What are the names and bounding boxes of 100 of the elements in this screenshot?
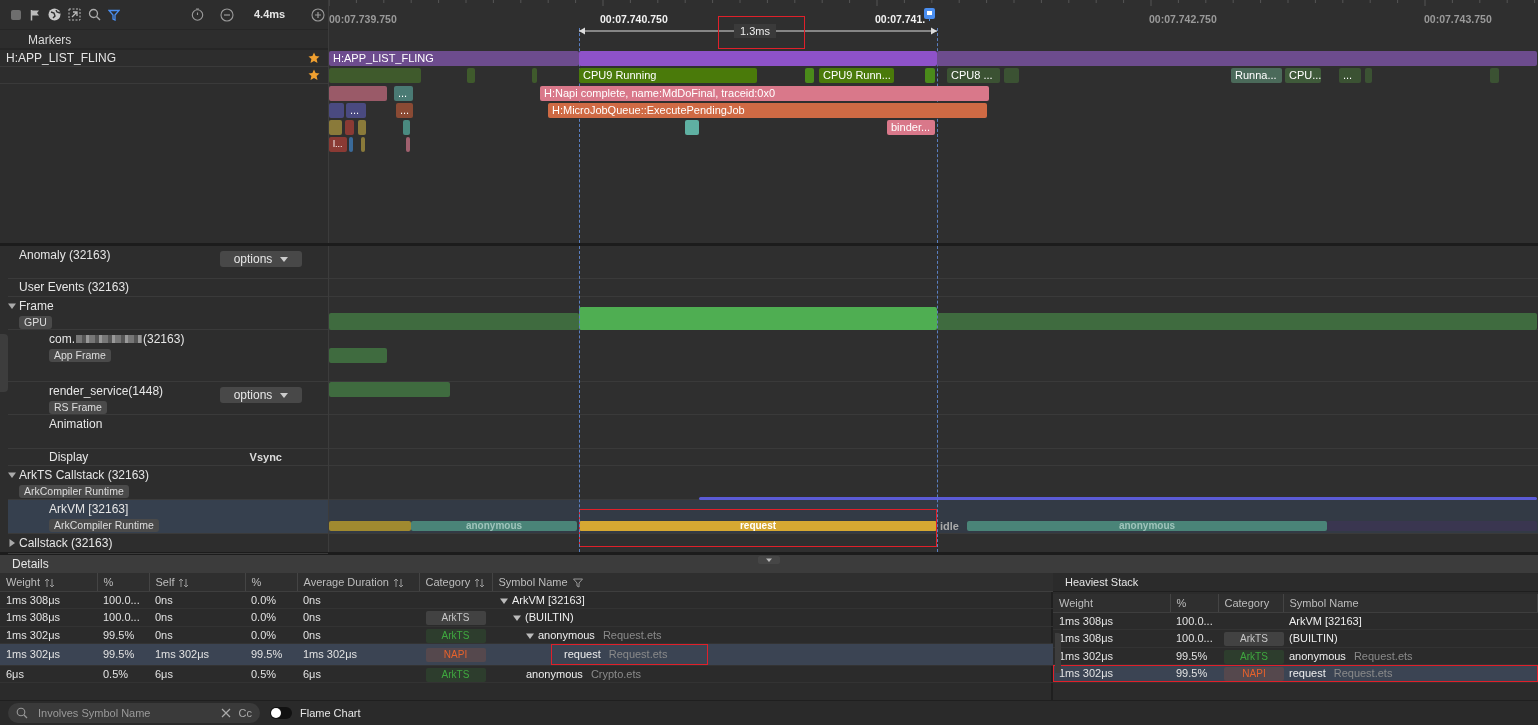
- collapse-icon[interactable]: [758, 556, 780, 564]
- column-header[interactable]: Symbol Name: [1289, 596, 1359, 609]
- table-row[interactable]: 1ms 302μs 99.5% ArkTS anonymous Request.ets: [1053, 647, 1538, 665]
- search-icon[interactable]: [88, 8, 101, 21]
- sort-icon[interactable]: [392, 577, 404, 588]
- column-header[interactable]: %: [1176, 596, 1187, 609]
- star-icon[interactable]: [308, 52, 320, 64]
- trace-slice[interactable]: CPU...: [1285, 68, 1321, 83]
- trace-slice[interactable]: [361, 137, 365, 152]
- timer-icon[interactable]: [191, 8, 204, 21]
- trace-slice[interactable]: H:MicroJobQueue::ExecutePendingJob: [548, 103, 987, 118]
- trace-slice[interactable]: [1490, 68, 1499, 83]
- trace-slice[interactable]: [358, 120, 366, 135]
- table-cell: 100.0...: [97, 591, 149, 609]
- zoom-out-icon[interactable]: [220, 7, 234, 22]
- caret-icon: [280, 256, 289, 262]
- trace-slice[interactable]: [406, 137, 410, 152]
- track-header[interactable]: Frame GPU: [8, 297, 328, 330]
- trace-slice[interactable]: ...: [346, 103, 366, 118]
- trace-slice[interactable]: [349, 137, 353, 152]
- table-cell: 1ms 308μs: [0, 608, 97, 626]
- trace-slice[interactable]: [532, 68, 537, 83]
- track-name: Callstack (32163): [19, 535, 113, 552]
- expand-icon[interactable]: [8, 539, 16, 547]
- track-header[interactable]: Callstack (32163): [8, 534, 328, 554]
- trace-slice[interactable]: CPU9 Runn...: [819, 68, 894, 83]
- trace-slice[interactable]: Runna...: [1231, 68, 1282, 83]
- stop-icon[interactable]: [10, 8, 22, 21]
- table-cell: 6μs: [297, 665, 419, 683]
- globe-icon[interactable]: [48, 8, 61, 21]
- column-header[interactable]: Symbol Name: [498, 575, 568, 588]
- table-row[interactable]: 1ms 308μs 100.0... ArkTS (BUILTIN): [1053, 629, 1538, 647]
- table-row[interactable]: 1ms 308μs 100.0... 0ns 0.0% 0ns ArkTS (BUILTIN): [0, 608, 1053, 626]
- case-button[interactable]: Cc: [238, 704, 252, 722]
- search-field[interactable]: Involves Symbol Name Cc: [8, 703, 260, 723]
- sort-icon[interactable]: [44, 577, 56, 588]
- table-row[interactable]: 6μs 0.5% 6μs 0.5% 6μs ArkTS anonymous Crypto.ets: [0, 665, 1053, 683]
- file-name: Request.ets: [608, 648, 668, 660]
- trace-slice[interactable]: l...: [329, 137, 347, 152]
- options-button[interactable]: options: [220, 251, 302, 267]
- table-cell: 6μs: [149, 665, 245, 683]
- trace-slice[interactable]: CPU8 ...: [947, 68, 1000, 83]
- flag-icon[interactable]: [29, 8, 41, 21]
- trace-slice[interactable]: ...: [396, 103, 413, 118]
- track-header[interactable]: Anomaly (32163) options: [8, 246, 328, 279]
- trace-slice[interactable]: [329, 120, 342, 135]
- column-header[interactable]: Self: [155, 575, 175, 588]
- table-row[interactable]: 1ms 302μs 99.5% 0ns 0.0% 0ns ArkTS anonymous Request.ets: [0, 626, 1053, 644]
- collapse-icon[interactable]: [526, 631, 534, 640]
- options-button[interactable]: options: [220, 387, 302, 403]
- star-icon[interactable]: [308, 69, 320, 81]
- dashed-square-icon[interactable]: [68, 8, 81, 21]
- column-header[interactable]: %: [251, 575, 262, 588]
- track-header[interactable]: ArkVM [32163] ArkCompiler Runtime: [8, 500, 328, 534]
- table-cell: 0ns: [297, 591, 419, 609]
- trace-slice[interactable]: [403, 120, 410, 135]
- trace-slice[interactable]: [925, 68, 935, 83]
- trace-slice[interactable]: [805, 68, 814, 83]
- trace-slice[interactable]: ...: [1339, 68, 1361, 83]
- zoom-in-icon[interactable]: [311, 7, 326, 22]
- slice-label: idle: [940, 519, 959, 533]
- table-row[interactable]: 1ms 308μs 100.0... 0ns 0.0% 0ns ArkVM [32163]: [0, 591, 1053, 609]
- table-row[interactable]: 1ms 308μs 100.0... ArkVM [32163]: [1053, 612, 1538, 630]
- table-cell: 99.5%: [1170, 647, 1218, 665]
- category-tag: ArkTS: [1224, 649, 1284, 664]
- time-label: 00:07.741.: [875, 12, 926, 27]
- track-header[interactable]: Animation: [8, 415, 328, 449]
- trace-slice[interactable]: [467, 68, 475, 83]
- table-cell: 1ms 302μs: [0, 626, 97, 644]
- sort-icon[interactable]: [178, 577, 190, 588]
- trace-slice[interactable]: [685, 120, 699, 135]
- sort-icon[interactable]: [474, 577, 486, 588]
- symbol-name: ArkVM [32163]: [1289, 614, 1362, 627]
- collapse-icon[interactable]: [513, 614, 521, 623]
- table-cell: 0.0%: [245, 591, 297, 609]
- track-name: Animation: [49, 416, 103, 433]
- track-header[interactable]: Display Vsync: [8, 449, 328, 466]
- trace-slice[interactable]: [1365, 68, 1372, 83]
- table-cell: 99.5%: [245, 643, 297, 665]
- trace-slice[interactable]: ...: [394, 86, 413, 101]
- track-header[interactable]: render_service(1448) options RS Frame: [8, 382, 328, 415]
- trace-slice[interactable]: CPU9 Running: [579, 68, 757, 83]
- trace-slice[interactable]: [345, 120, 354, 135]
- panel-handle[interactable]: [1055, 633, 1061, 673]
- track-name: render_service(1448): [49, 383, 164, 400]
- track-header[interactable]: User Events (32163): [8, 279, 328, 297]
- trace-slice[interactable]: H:APP_LIST_FLING: [329, 51, 579, 66]
- collapse-icon[interactable]: [8, 302, 16, 310]
- file-name: Crypto.ets: [590, 667, 641, 680]
- track-tag: GPU: [19, 316, 52, 329]
- column-header[interactable]: %: [103, 575, 114, 588]
- collapse-icon[interactable]: [500, 596, 508, 605]
- flag-marker-icon[interactable]: [924, 8, 935, 21]
- toggle-switch[interactable]: [270, 707, 292, 719]
- filter-icon[interactable]: [572, 577, 583, 588]
- table-cell: 0.0%: [245, 626, 297, 644]
- filter-icon[interactable]: [108, 8, 120, 21]
- track-header[interactable]: com. (32163) App Frame: [8, 330, 328, 382]
- collapse-icon[interactable]: [8, 471, 16, 479]
- clear-icon[interactable]: [220, 708, 231, 718]
